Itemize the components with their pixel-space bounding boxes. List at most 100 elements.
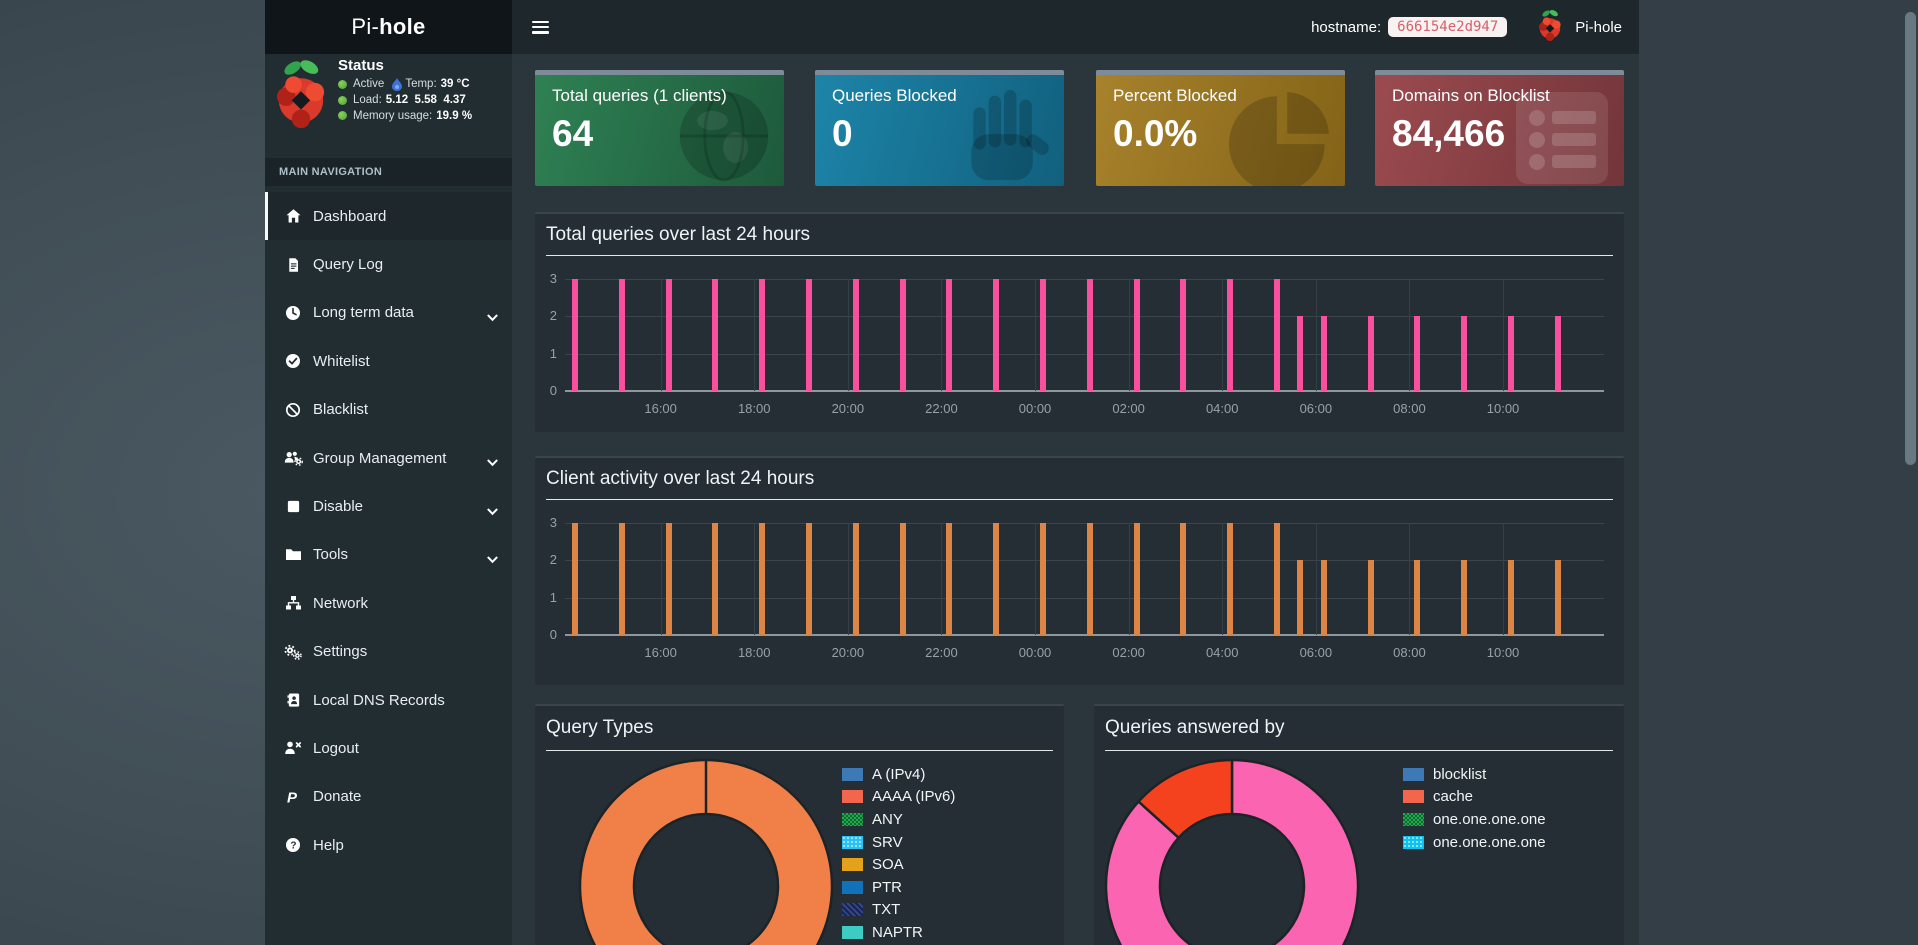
bar[interactable] (1414, 560, 1421, 635)
bar[interactable] (1367, 560, 1374, 635)
sidebar-item-help[interactable]: ? Help (265, 821, 512, 869)
sidebar-item-whitelist[interactable]: Whitelist (265, 337, 512, 385)
bar[interactable] (1320, 560, 1327, 635)
card-value: 0 (832, 113, 853, 154)
bar[interactable] (572, 523, 578, 635)
bar[interactable] (946, 523, 953, 635)
bar[interactable] (1086, 523, 1093, 635)
stat-card-queries-blocked[interactable]: Queries Blocked 0 (815, 70, 1064, 186)
bar[interactable] (1297, 560, 1304, 635)
sidebar-item-settings[interactable]: Settings (265, 628, 512, 676)
bar[interactable] (1040, 523, 1046, 635)
gridline (1128, 279, 1130, 391)
bar[interactable] (993, 523, 1000, 635)
sidebar-item-group-management[interactable]: Group Management (265, 434, 512, 482)
bar[interactable] (712, 523, 719, 635)
bar[interactable] (852, 523, 859, 635)
app-logo[interactable]: Pi-hole (265, 0, 512, 54)
bar[interactable] (806, 279, 812, 391)
bar[interactable] (1508, 560, 1514, 635)
query-types-donut-chart[interactable] (578, 758, 834, 945)
vertical-scrollbar[interactable] (1905, 12, 1916, 465)
legend-item[interactable]: TXT (842, 899, 955, 922)
panel-client-activity: Client activity over last 24 hours 0 1 2 3 1… (535, 456, 1624, 685)
status-panel: Status Active Temp: 39 °C Load: 5.12 5.5… (338, 57, 472, 122)
sidebar-item-local-dns-records[interactable]: Local DNS Records (265, 676, 512, 724)
legend-item[interactable]: SRV (842, 831, 955, 854)
panel-title-total-queries: Total queries over last 24 hours (546, 214, 1613, 256)
bar[interactable] (1461, 560, 1468, 635)
sidebar-item-label: Disable (313, 498, 364, 516)
legend-item[interactable]: one.one.one.one (1403, 808, 1546, 831)
y-axis-tick: 2 (549, 552, 557, 568)
sidebar-item-donate[interactable]: P Donate (265, 773, 512, 821)
bar[interactable] (899, 279, 906, 391)
queries-answered-by-donut-chart[interactable] (1104, 758, 1360, 945)
sidebar-item-long-term-data[interactable]: Long term data (265, 289, 512, 337)
legend-label: ANY (872, 810, 903, 828)
sidebar-item-logout[interactable]: Logout (265, 724, 512, 772)
legend-item[interactable]: NAPTR (842, 921, 955, 944)
sidebar-item-query-log[interactable]: Query Log (265, 240, 512, 288)
legend-item[interactable]: A (IPv4) (842, 763, 955, 786)
bar[interactable] (759, 279, 766, 391)
legend-swatch (1403, 835, 1424, 849)
bar[interactable] (1180, 279, 1187, 391)
bar[interactable] (665, 523, 672, 635)
sidebar-item-blacklist[interactable]: Blacklist (265, 386, 512, 434)
bar[interactable] (1461, 316, 1468, 391)
total-queries-chart[interactable]: 0 1 2 3 16:00 18:00 20:00 22:00 00:00 02:00 04:00 0… (550, 271, 1604, 416)
x-axis-tick: 06:00 (1299, 645, 1333, 660)
bar[interactable] (1227, 523, 1234, 635)
bar[interactable] (993, 279, 1000, 391)
bar[interactable] (1274, 279, 1280, 391)
legend-item[interactable]: AAAA (IPv6) (842, 786, 955, 809)
folder-icon (282, 547, 304, 562)
sidebar-toggle-hamburger-icon[interactable] (532, 20, 549, 34)
x-axis-tick: 16:00 (644, 645, 677, 660)
sidebar-item-label: Logout (313, 739, 359, 757)
bar[interactable] (1414, 316, 1421, 391)
bar[interactable] (712, 279, 719, 391)
bar[interactable] (1086, 279, 1093, 391)
sidebar-item-network[interactable]: Network (265, 579, 512, 627)
bar[interactable] (1040, 279, 1046, 391)
bar[interactable] (1367, 316, 1374, 391)
bar[interactable] (618, 523, 625, 635)
client-activity-chart[interactable]: 0 1 2 3 16:00 18:00 20:00 22:00 00:00 02:00 04:00 0… (550, 515, 1604, 660)
bar[interactable] (618, 279, 625, 391)
stat-card-percent-blocked[interactable]: Percent Blocked 0.0% (1096, 70, 1345, 186)
bar[interactable] (1180, 523, 1187, 635)
sidebar-item-disable[interactable]: Disable (265, 482, 512, 530)
legend-item[interactable]: blocklist (1403, 763, 1546, 786)
bar[interactable] (1554, 316, 1561, 391)
stat-card-domains-on-blocklist[interactable]: Domains on Blocklist 84,466 (1375, 70, 1624, 186)
bar[interactable] (852, 279, 859, 391)
bar[interactable] (1320, 316, 1327, 391)
legend-item[interactable]: one.one.one.one (1403, 831, 1546, 854)
bar[interactable] (759, 523, 766, 635)
legend-item[interactable]: cache (1403, 786, 1546, 809)
bar[interactable] (946, 279, 953, 391)
bar[interactable] (1554, 560, 1561, 635)
legend-item[interactable]: SOA (842, 853, 955, 876)
bar[interactable] (1133, 523, 1140, 635)
bar[interactable] (806, 523, 812, 635)
sidebar-item-tools[interactable]: Tools (265, 531, 512, 579)
gridline (941, 279, 943, 391)
bar[interactable] (1508, 316, 1514, 391)
stat-card-total-queries-1-clients[interactable]: Total queries (1 clients) 64 (535, 70, 784, 186)
legend-item[interactable]: ANY (842, 808, 955, 831)
bar[interactable] (1297, 316, 1304, 391)
legend-item[interactable]: PTR (842, 876, 955, 899)
card-top-strip (815, 70, 1064, 75)
status-ok-dot-icon (338, 79, 347, 89)
bar[interactable] (665, 279, 672, 391)
bar[interactable] (1133, 279, 1140, 391)
bar[interactable] (899, 523, 906, 635)
bar[interactable] (1274, 523, 1280, 635)
bar[interactable] (572, 279, 578, 391)
gridline (1128, 523, 1130, 635)
sidebar-item-dashboard[interactable]: Dashboard (265, 192, 512, 241)
bar[interactable] (1227, 279, 1234, 391)
